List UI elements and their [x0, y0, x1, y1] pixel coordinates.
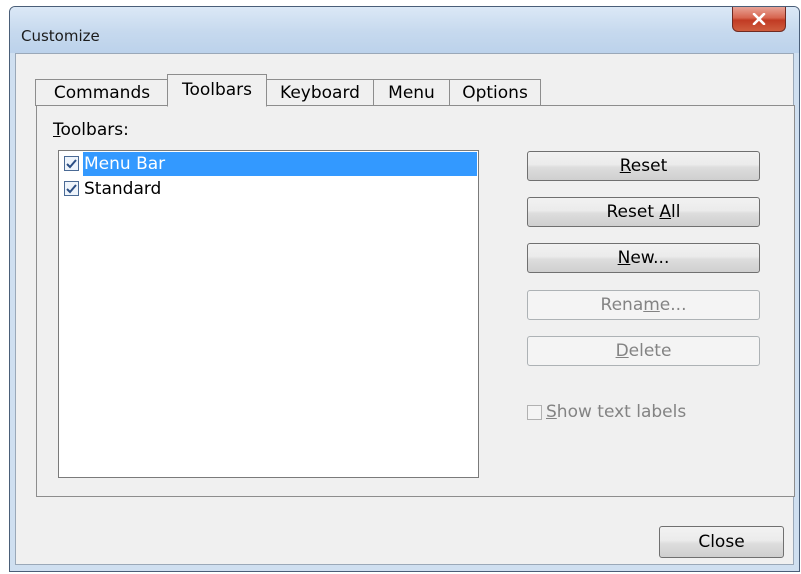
tab-commands[interactable]: Commands — [35, 79, 169, 106]
title-bar[interactable]: Customize — [10, 7, 799, 53]
show-text-labels-rest: how text labels — [556, 402, 687, 422]
reset-rest: eset — [630, 156, 668, 176]
show-text-labels-box[interactable] — [527, 404, 542, 420]
close-button[interactable]: Close — [659, 526, 784, 558]
delete-rest: elete — [628, 341, 672, 361]
window-close-button[interactable] — [732, 7, 786, 32]
menu-bar-label: Menu Bar — [84, 153, 166, 174]
tab-toolbars[interactable]: Toolbars — [167, 74, 267, 107]
toolbar-list-item-menu-bar[interactable]: Menu Bar — [59, 151, 478, 176]
checkmark-icon — [66, 158, 77, 168]
standard-label: Standard — [84, 178, 162, 199]
tab-strip: Commands Toolbars Keyboard Menu Options — [35, 73, 555, 107]
standard-checkbox[interactable] — [64, 181, 79, 196]
show-text-labels-label: Show text labels — [546, 402, 686, 422]
rename-pre: Rena — [600, 295, 644, 315]
reset-all-button[interactable]: Reset All — [527, 197, 760, 227]
window-title: Customize — [21, 27, 100, 45]
reset-all-rest: ll — [671, 202, 681, 222]
close-x-icon — [752, 13, 766, 25]
new-button[interactable]: New... — [527, 243, 760, 273]
toolbar-list-item-standard[interactable]: Standard — [59, 176, 478, 201]
new-rest: ew... — [630, 248, 670, 268]
toolbars-listbox[interactable]: Menu Bar Standard — [58, 150, 479, 478]
checkmark-icon — [66, 183, 77, 193]
new-accel: N — [617, 248, 631, 268]
tab-keyboard[interactable]: Keyboard — [266, 79, 374, 106]
rename-rest: e... — [659, 295, 687, 315]
delete-button[interactable]: Delete — [527, 336, 760, 366]
customize-dialog: Customize Commands Toolbars Keyboard Men… — [9, 6, 800, 572]
rename-accel: m — [643, 295, 660, 315]
show-text-labels-accel: S — [546, 402, 557, 422]
show-text-labels-checkbox[interactable]: Show text labels — [527, 402, 686, 422]
delete-accel: D — [615, 341, 629, 361]
reset-accel: R — [619, 156, 631, 176]
reset-button[interactable]: Reset — [527, 151, 760, 181]
tab-menu[interactable]: Menu — [373, 79, 450, 106]
reset-all-accel: A — [659, 202, 672, 222]
reset-all-pre: Reset — [606, 202, 660, 222]
dialog-client-area: Commands Toolbars Keyboard Menu Options … — [15, 53, 795, 565]
menu-bar-checkbox[interactable] — [64, 156, 79, 171]
toolbars-label: Toolbars: — [53, 120, 129, 140]
toolbars-label-rest: oolbars: — [60, 120, 129, 140]
toolbars-label-accel: T — [53, 120, 61, 140]
tab-options[interactable]: Options — [449, 79, 541, 106]
rename-button[interactable]: Rename... — [527, 290, 760, 320]
